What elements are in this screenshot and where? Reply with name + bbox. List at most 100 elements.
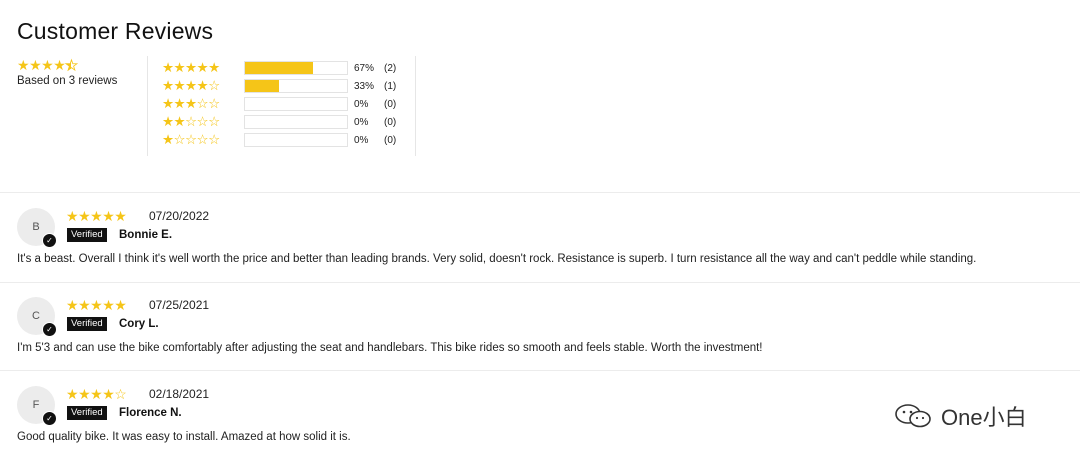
avatar: F ✓ [17, 386, 57, 426]
rating-histogram: ★★★★★ 67% (2) ★★★★☆ 33% (1) ★★★☆☆ 0% (0)… [147, 56, 416, 156]
star-icon: ★ [102, 208, 115, 224]
watermark: One小白 [893, 400, 1027, 432]
review-text: I'm 5'3 and can use the bike comfortably… [17, 342, 763, 354]
review-stars: ★★★★★ [66, 297, 127, 313]
avatar: C ✓ [17, 297, 57, 337]
star-icon: ★ [185, 60, 197, 75]
star-icon: ☆ [208, 96, 220, 111]
histogram-bar [244, 133, 348, 147]
avatar-initial: C [32, 310, 40, 322]
histogram-percent: 33% [354, 80, 375, 92]
page-title: Customer Reviews [17, 18, 214, 44]
star-icon: ☆ [208, 114, 220, 129]
histogram-bar [244, 97, 348, 111]
star-icon: ★ [185, 78, 197, 93]
divider [0, 370, 1080, 371]
star-icon: ☆ [208, 78, 220, 93]
avatar-initial: F [32, 399, 40, 411]
star-icon: ★ [162, 78, 174, 93]
histogram-bar [244, 115, 348, 129]
star-icon: ★ [208, 60, 220, 75]
star-icon: ☆ [196, 96, 209, 111]
star-icon: ★ [102, 386, 115, 402]
star-icon: ★ [90, 297, 103, 313]
star-icon: ☆ [185, 132, 197, 147]
star-icon: ★ [65, 57, 78, 73]
star-icon: ★ [114, 297, 127, 313]
review-count-text: Based on 3 reviews [17, 75, 118, 87]
star-icon: ★ [66, 297, 79, 313]
histogram-row-3[interactable]: ★★★☆☆ 0% (0) [162, 96, 396, 112]
average-rating-stars: ★★★★★ [17, 57, 117, 73]
histogram-row-2[interactable]: ★★☆☆☆ 0% (0) [162, 114, 396, 130]
verified-check-icon: ✓ [42, 411, 57, 426]
histogram-stars: ★★★☆☆ [162, 97, 242, 111]
reviewer-name: Florence N. [119, 407, 182, 419]
avatar: B ✓ [17, 208, 57, 248]
divider [0, 192, 1080, 193]
review-stars: ★★★★★ [66, 208, 127, 224]
histogram-count: (2) [384, 62, 397, 74]
histogram-percent: 0% [354, 98, 369, 110]
star-icon: ★ [196, 60, 209, 75]
rating-summary: ★★★★★ Based on 3 reviews [17, 58, 117, 87]
histogram-row-1[interactable]: ★☆☆☆☆ 0% (0) [162, 132, 396, 148]
star-icon: ☆ [114, 386, 127, 402]
star-icon: ★ [78, 208, 91, 224]
star-icon: ★ [114, 208, 127, 224]
verified-check-icon: ✓ [42, 233, 57, 248]
review-text: Good quality bike. It was easy to instal… [17, 431, 351, 443]
star-icon: ☆ [185, 114, 197, 129]
star-icon: ★ [102, 297, 115, 313]
histogram-percent: 0% [354, 116, 369, 128]
histogram-stars: ★★★★☆ [162, 79, 242, 93]
histogram-row-5[interactable]: ★★★★★ 67% (2) [162, 60, 396, 76]
verified-badge: Verified [67, 317, 107, 331]
histogram-bar [244, 61, 348, 75]
verified-badge: Verified [67, 406, 107, 420]
histogram-bar-fill [245, 62, 314, 74]
verified-badge: Verified [67, 228, 107, 242]
star-icon: ★ [41, 57, 54, 73]
histogram-count: (0) [384, 116, 397, 128]
review-date: 02/18/2021 [149, 387, 210, 401]
star-icon: ★ [162, 96, 174, 111]
star-icon: ★ [78, 386, 91, 402]
star-icon: ★ [162, 60, 174, 75]
star-icon: ☆ [173, 132, 186, 147]
star-icon: ☆ [208, 132, 220, 147]
review-stars: ★★★★☆ [66, 386, 127, 402]
histogram-stars: ★☆☆☆☆ [162, 133, 242, 147]
star-icon: ★ [173, 114, 186, 129]
star-icon: ★ [185, 96, 197, 111]
star-icon: ★ [173, 60, 186, 75]
star-icon: ★ [53, 57, 66, 73]
histogram-percent: 67% [354, 62, 375, 74]
watermark-text: One小白 [941, 405, 1027, 430]
histogram-row-4[interactable]: ★★★★☆ 33% (1) [162, 78, 396, 94]
histogram-percent: 0% [354, 134, 369, 146]
star-icon: ★ [66, 386, 79, 402]
star-icon: ★ [173, 78, 186, 93]
histogram-count: (0) [384, 134, 397, 146]
histogram-bar-fill [245, 80, 279, 92]
star-icon: ★ [17, 57, 30, 73]
star-icon: ★ [29, 57, 42, 73]
star-icon: ★ [173, 96, 186, 111]
star-icon: ★ [66, 208, 79, 224]
histogram-stars: ★★☆☆☆ [162, 115, 242, 129]
avatar-initial: B [32, 221, 40, 233]
histogram-stars: ★★★★★ [162, 61, 242, 75]
histogram-count: (1) [384, 80, 397, 92]
review-date: 07/25/2021 [149, 298, 210, 312]
star-icon: ☆ [196, 114, 209, 129]
divider [0, 282, 1080, 283]
wechat-icon [895, 404, 931, 428]
review-text: It's a beast. Overall I think it's well … [17, 253, 977, 265]
histogram-count: (0) [384, 98, 397, 110]
histogram-bar [244, 79, 348, 93]
verified-check-icon: ✓ [42, 322, 57, 337]
star-icon: ★ [78, 297, 91, 313]
star-icon: ★ [90, 208, 103, 224]
star-icon: ★ [196, 78, 209, 93]
